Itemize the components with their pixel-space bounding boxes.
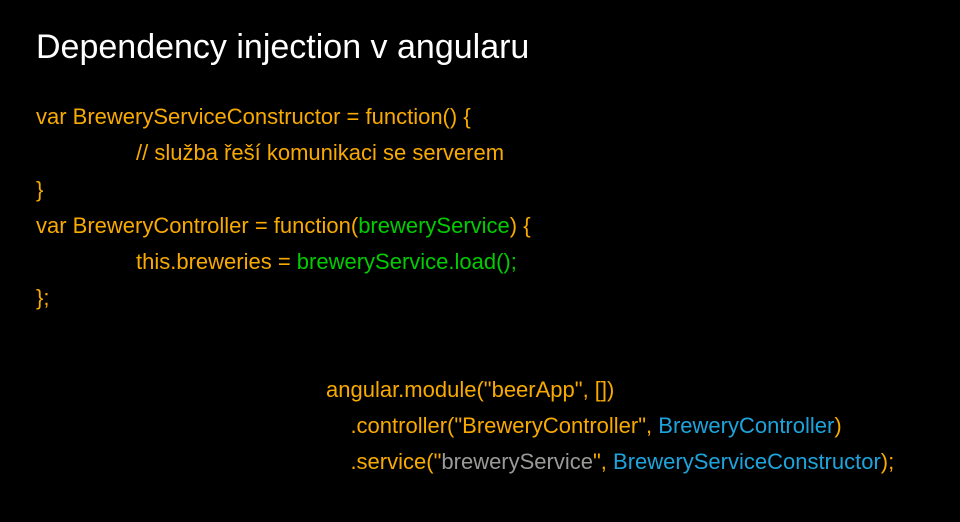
code-text: var BreweryController = function(	[36, 213, 358, 238]
code-arg: BreweryController	[658, 413, 834, 438]
code-service-name: breweryService	[441, 449, 593, 474]
code-line: var BreweryServiceConstructor = function…	[36, 99, 924, 135]
code-line: var BreweryController = function(brewery…	[36, 208, 924, 244]
code-text: )	[834, 413, 841, 438]
code-line: angular.module("beerApp", [])	[326, 372, 924, 408]
code-call: breweryService.load();	[297, 249, 517, 274]
code-line: };	[36, 280, 924, 316]
code-text: ) {	[510, 213, 531, 238]
code-line: .controller("BreweryController", Brewery…	[326, 408, 924, 444]
code-line: }	[36, 172, 924, 208]
slide-title: Dependency injection v angularu	[36, 28, 924, 67]
code-text: );	[881, 449, 894, 474]
code-block-2: angular.module("beerApp", []) .controlle…	[36, 372, 924, 481]
code-line-comment: // služba řeší komunikaci se serverem	[36, 135, 924, 171]
code-block-1: var BreweryServiceConstructor = function…	[36, 99, 924, 317]
code-line: this.breweries = breweryService.load();	[36, 244, 924, 280]
code-text: ",	[593, 449, 613, 474]
code-text: this.breweries =	[136, 249, 297, 274]
code-param: breweryService	[358, 213, 510, 238]
code-line: .service("breweryService", BreweryServic…	[326, 444, 924, 480]
code-text: .service("	[326, 449, 441, 474]
slide: Dependency injection v angularu var Brew…	[0, 0, 960, 522]
code-text: .controller("BreweryController",	[326, 413, 658, 438]
code-arg: BreweryServiceConstructor	[613, 449, 881, 474]
